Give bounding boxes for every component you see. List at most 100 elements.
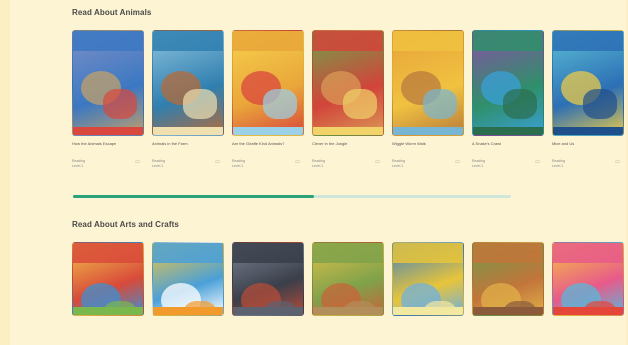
book-card[interactable] bbox=[552, 242, 624, 316]
cover-art-shape bbox=[153, 243, 223, 263]
book-title[interactable]: Clever in the Jungle bbox=[312, 141, 384, 153]
cover-art-shape bbox=[313, 31, 383, 51]
book-card[interactable]: Wiggle Worm Walk Reading Level 1 ▭ bbox=[392, 30, 464, 169]
book-meta-line: Level 1 bbox=[312, 164, 324, 168]
book-meta: Reading Level 1 ▭ bbox=[152, 159, 224, 169]
cover-art-shape bbox=[153, 307, 223, 315]
carousel-scroll-thumb[interactable] bbox=[73, 195, 314, 198]
bookmark-icon[interactable]: ▭ bbox=[455, 159, 460, 165]
book-meta: Reading Level 1 ▭ bbox=[472, 159, 544, 169]
book-cover-image[interactable] bbox=[72, 242, 144, 316]
book-cover-image[interactable] bbox=[312, 30, 384, 136]
book-cover-image[interactable] bbox=[392, 30, 464, 136]
shelf-animals: Read About Animals How the Animals Escap… bbox=[72, 8, 628, 168]
book-meta-line: Level 1 bbox=[472, 164, 484, 168]
book-cover-image[interactable] bbox=[152, 242, 224, 316]
book-meta: Reading Level 1 ▭ bbox=[392, 159, 464, 169]
book-row bbox=[72, 242, 624, 316]
book-meta-text: Reading Level 1 bbox=[472, 159, 485, 169]
cover-art-shape bbox=[393, 31, 463, 51]
cover-art-shape bbox=[553, 127, 623, 135]
book-meta-line: Level 1 bbox=[392, 164, 404, 168]
book-cover-image[interactable] bbox=[152, 30, 224, 136]
book-card[interactable] bbox=[392, 242, 464, 316]
book-card[interactable]: Are the Giraffe Kind Animals? Reading Leve… bbox=[232, 30, 304, 169]
book-title[interactable]: Mice and Us bbox=[552, 141, 624, 153]
book-cover-image[interactable] bbox=[552, 242, 624, 316]
book-card[interactable]: Clever in the Jungle Reading Level 1 ▭ bbox=[312, 30, 384, 169]
book-title[interactable]: Are the Giraffe Kind Animals? bbox=[232, 141, 304, 153]
book-title[interactable]: Animals in the Farm bbox=[152, 141, 224, 153]
book-card[interactable]: How the Animals Escape Reading Level 1 ▭ bbox=[72, 30, 144, 169]
book-cover-image[interactable] bbox=[552, 30, 624, 136]
book-card[interactable]: Animals in the Farm Reading Level 1 ▭ bbox=[152, 30, 224, 169]
book-cover-image[interactable] bbox=[472, 242, 544, 316]
book-cover-image[interactable] bbox=[232, 242, 304, 316]
bookmark-icon[interactable]: ▭ bbox=[535, 159, 540, 165]
book-card[interactable] bbox=[472, 242, 544, 316]
cover-art-shape bbox=[73, 31, 143, 51]
bookmark-icon[interactable]: ▭ bbox=[135, 159, 140, 165]
book-title[interactable]: How the Animals Escape bbox=[72, 141, 144, 153]
book-meta-line: Level 1 bbox=[72, 164, 84, 168]
cover-art-shape bbox=[473, 243, 543, 263]
book-cover-image[interactable] bbox=[312, 242, 384, 316]
bookmark-icon[interactable]: ▭ bbox=[375, 159, 380, 165]
book-meta-line: Level 1 bbox=[152, 164, 164, 168]
cover-art-shape bbox=[393, 243, 463, 263]
book-cover-image[interactable] bbox=[392, 242, 464, 316]
cover-art-shape bbox=[313, 307, 383, 315]
book-card[interactable]: Mice and Us Reading Level 1 ▭ bbox=[552, 30, 624, 169]
book-meta-text: Reading Level 1 bbox=[312, 159, 325, 169]
cover-art-shape bbox=[73, 243, 143, 263]
book-meta: Reading Level 1 ▭ bbox=[72, 159, 144, 169]
book-cover-image[interactable] bbox=[72, 30, 144, 136]
book-card[interactable]: A Snake's Crawl Reading Level 1 ▭ bbox=[472, 30, 544, 169]
cover-art-shape bbox=[233, 307, 303, 315]
book-cover-image[interactable] bbox=[472, 30, 544, 136]
cover-art-shape bbox=[183, 89, 217, 119]
cover-art-shape bbox=[553, 243, 623, 263]
cover-art-shape bbox=[553, 31, 623, 51]
carousel-scrollbar[interactable] bbox=[73, 195, 511, 198]
book-card[interactable] bbox=[152, 242, 224, 316]
book-meta-text: Reading Level 1 bbox=[552, 159, 565, 169]
book-title[interactable]: A Snake's Crawl bbox=[472, 141, 544, 153]
book-card[interactable] bbox=[72, 242, 144, 316]
book-meta-text: Reading Level 1 bbox=[232, 159, 245, 169]
cover-art-shape bbox=[103, 89, 137, 119]
book-card[interactable] bbox=[232, 242, 304, 316]
cover-art-shape bbox=[263, 89, 297, 119]
book-meta: Reading Level 1 ▭ bbox=[232, 159, 304, 169]
cover-art-shape bbox=[153, 31, 223, 51]
cover-art-shape bbox=[473, 31, 543, 51]
book-title[interactable]: Wiggle Worm Walk bbox=[392, 141, 464, 153]
book-meta: Reading Level 1 ▭ bbox=[312, 159, 384, 169]
bookmark-icon[interactable]: ▭ bbox=[295, 159, 300, 165]
bookmark-icon[interactable]: ▭ bbox=[215, 159, 220, 165]
book-card[interactable] bbox=[312, 242, 384, 316]
cover-art-shape bbox=[313, 127, 383, 135]
book-meta-text: Reading Level 1 bbox=[152, 159, 165, 169]
cover-art-shape bbox=[233, 243, 303, 263]
book-meta-text: Reading Level 1 bbox=[72, 159, 85, 169]
shelf-title: Read About Arts and Crafts bbox=[72, 220, 179, 229]
book-meta-text: Reading Level 1 bbox=[392, 159, 405, 169]
cover-art-shape bbox=[73, 127, 143, 135]
book-row: How the Animals Escape Reading Level 1 ▭ Ani… bbox=[72, 30, 624, 169]
cover-art-shape bbox=[473, 127, 543, 135]
cover-art-shape bbox=[503, 89, 537, 119]
cover-art-shape bbox=[343, 89, 377, 119]
cover-art-shape bbox=[393, 127, 463, 135]
cover-art-shape bbox=[153, 127, 223, 135]
cover-art-shape bbox=[313, 243, 383, 263]
shelf-arts-crafts: Read About Arts and Crafts bbox=[72, 220, 628, 316]
book-meta: Reading Level 1 ▭ bbox=[552, 159, 624, 169]
bookmark-icon[interactable]: ▭ bbox=[615, 159, 620, 165]
cover-art-shape bbox=[393, 307, 463, 315]
cover-art-shape bbox=[73, 307, 143, 315]
cover-art-shape bbox=[233, 127, 303, 135]
cover-art-shape bbox=[553, 307, 623, 315]
book-cover-image[interactable] bbox=[232, 30, 304, 136]
cover-art-shape bbox=[233, 31, 303, 51]
